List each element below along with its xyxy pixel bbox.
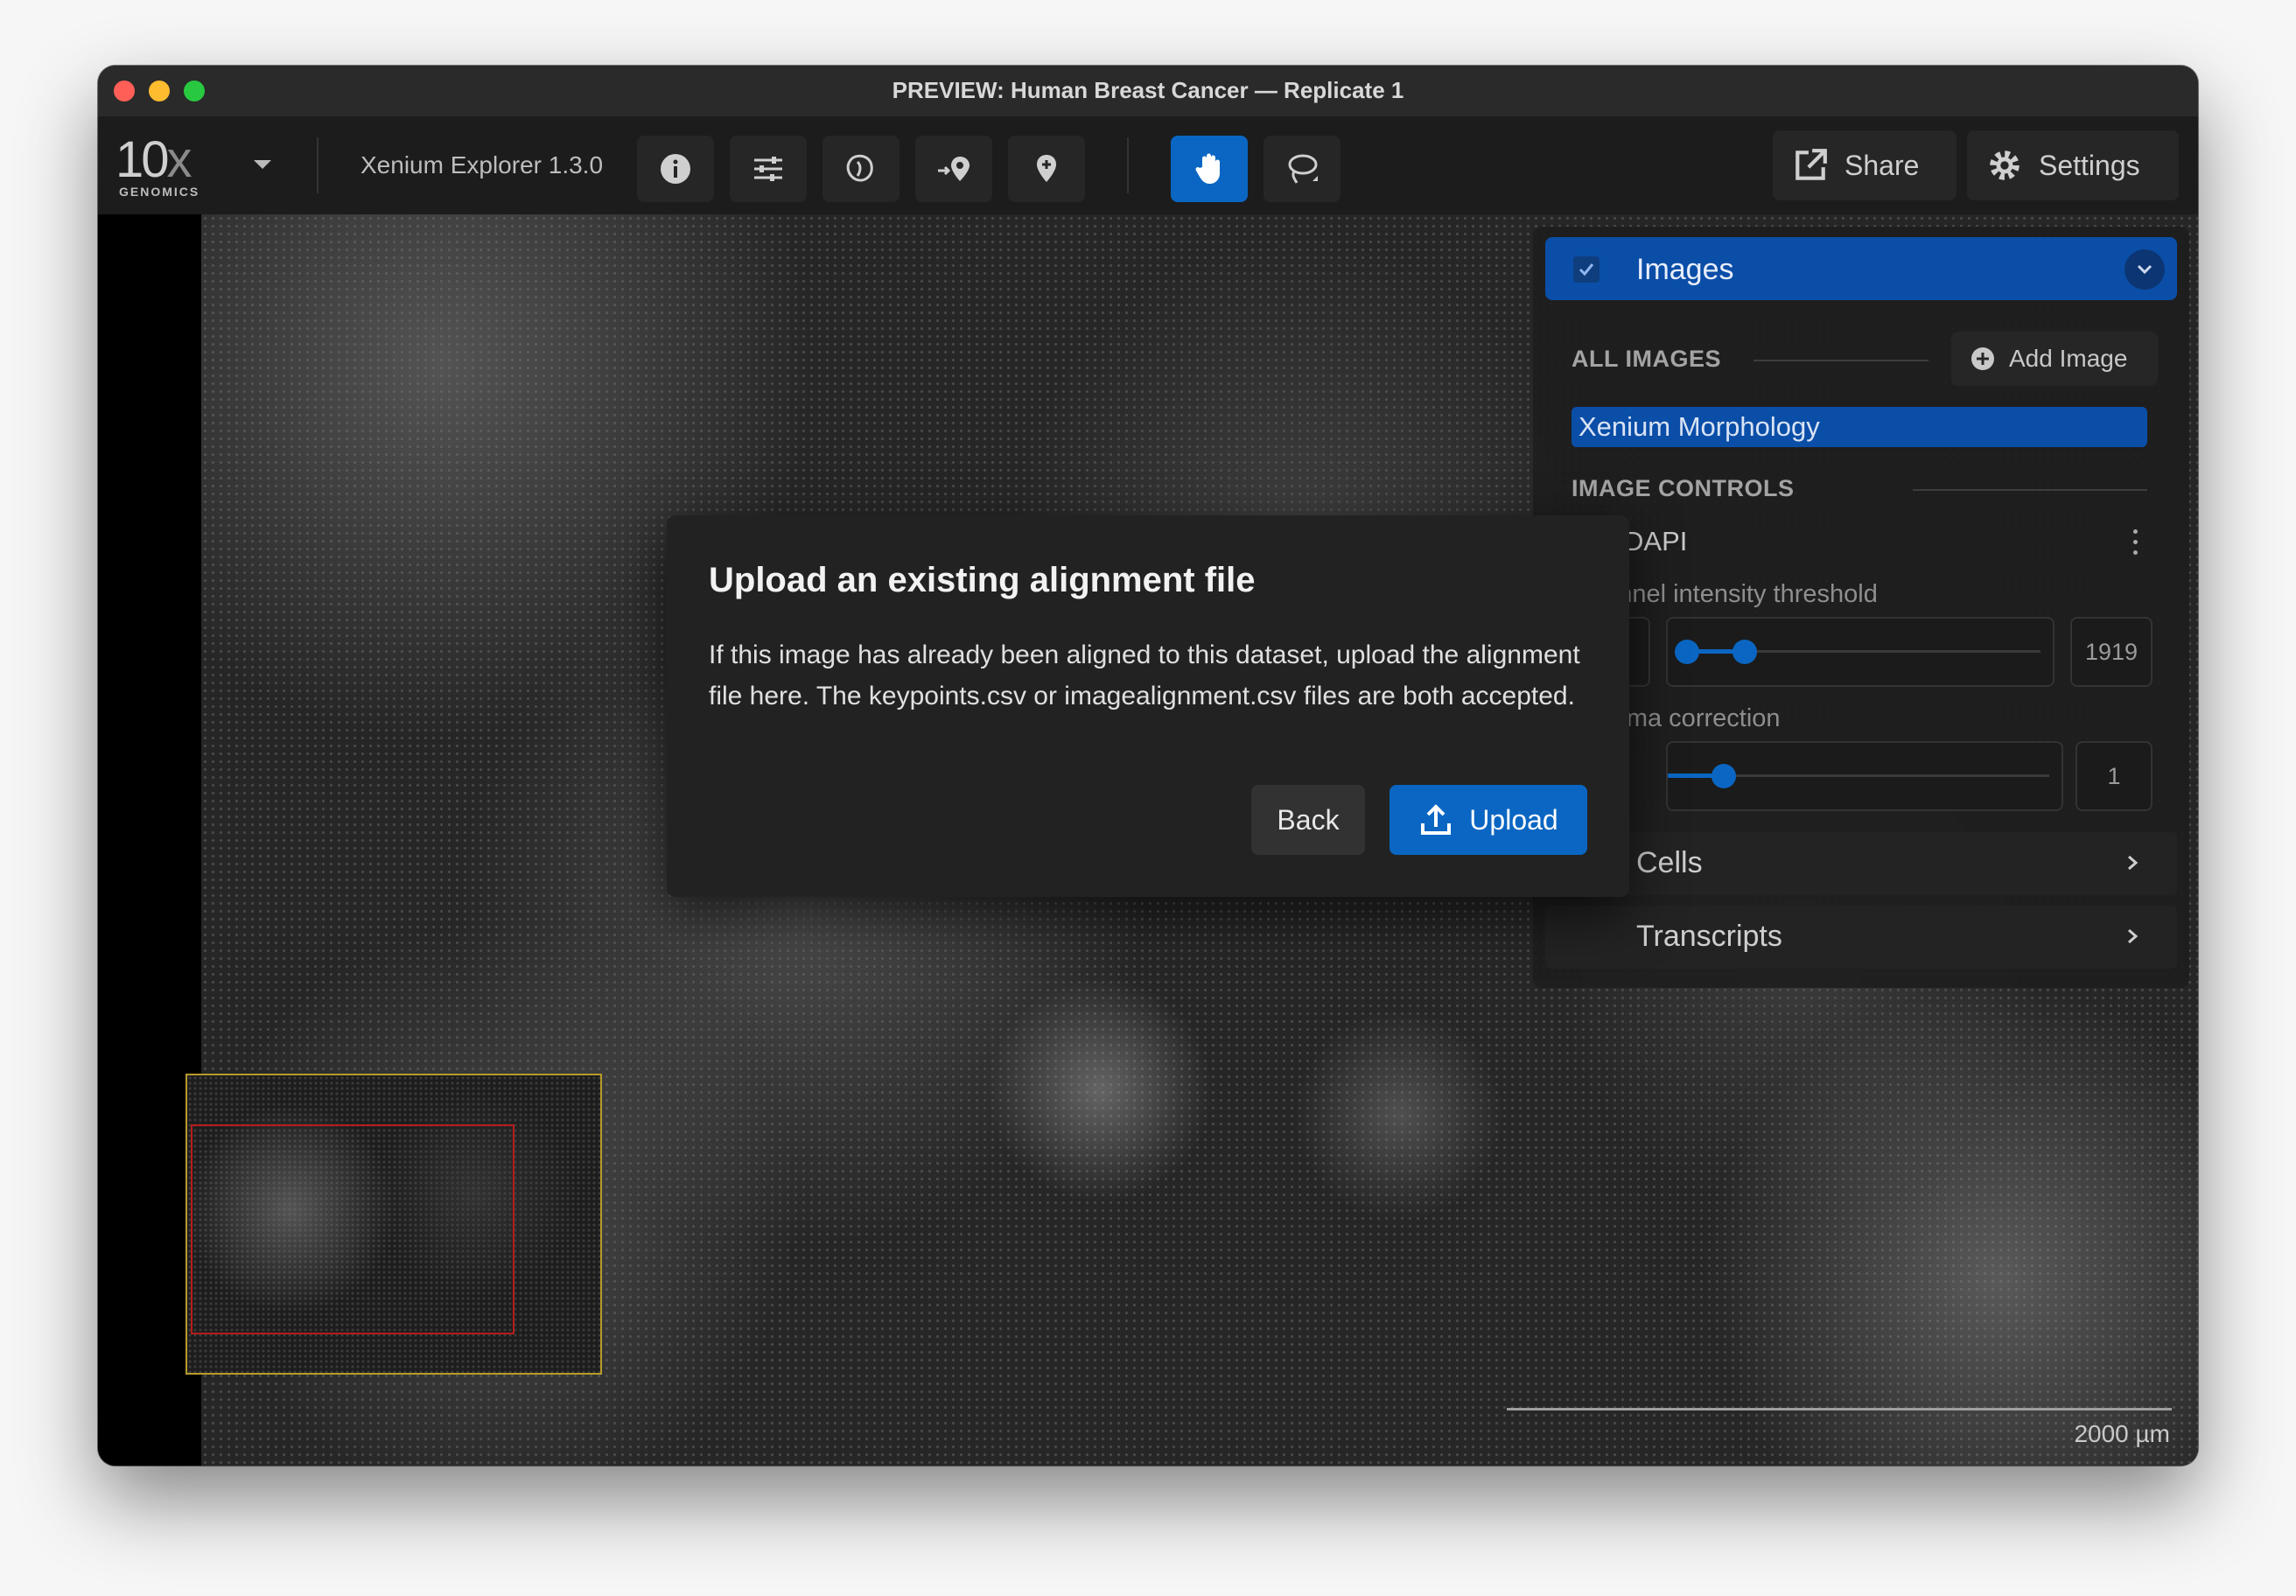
dialog-body: If this image has already been aligned t… [709,640,1580,710]
share-icon [1796,149,1827,180]
image-list-item[interactable]: Xenium Morphology [1572,407,2147,447]
toolbar-divider [317,137,318,193]
info-icon [661,154,690,184]
scale-bar-label: 2000 µm [2074,1420,2170,1447]
toolbar-divider [1127,137,1129,193]
upload-label: Upload [1469,803,1558,836]
title-bar: PREVIEW: Human Breast Cancer — Replicate… [98,66,2198,117]
share-button[interactable]: Share [1773,130,1956,200]
section-divider [1913,489,2147,491]
threshold-slider[interactable] [1666,617,2054,687]
gear-icon [1990,150,2020,180]
threshold-max-input[interactable]: 1919 [2070,617,2152,687]
gamma-knob[interactable] [1712,764,1736,788]
upload-button[interactable]: Upload [1390,785,1587,855]
hand-icon [1195,153,1220,184]
slider-track [1685,774,2049,777]
settings-button[interactable]: Settings [1967,130,2179,200]
channel-name: DAPI [1624,526,1688,556]
images-section-header[interactable]: Images [1545,237,2177,300]
chevron-down-icon [2137,264,2152,275]
scale-bar [1507,1408,2172,1410]
all-images-label: ALL IMAGES [1572,346,1722,372]
plus-circle-icon [1971,347,1994,370]
gamma-input[interactable]: 1 [2076,741,2152,811]
adjustments-button[interactable] [730,136,807,202]
chevron-right-icon [2128,855,2138,871]
logo-main-text: 10 [116,131,169,188]
more-options-icon[interactable] [2133,529,2138,556]
share-label: Share [1844,149,1920,181]
add-image-button[interactable]: Add Image [1951,332,2158,386]
logo-x-text: x [166,131,192,188]
upload-alignment-dialog: Upload an existing alignment file If thi… [667,515,1629,897]
images-panel: Images ALL IMAGES Add Image Xenium Morph… [1533,227,2189,988]
image-controls-label: IMAGE CONTROLS [1572,475,1795,501]
transcripts-section-header[interactable]: Transcripts [1545,906,2177,969]
threshold-min-knob[interactable] [1675,640,1699,664]
images-visibility-checkbox[interactable] [1573,256,1600,283]
app-window: PREVIEW: Human Breast Cancer — Replicate… [98,66,2198,1466]
logo-sub-text: GENOMICS [119,185,200,199]
chevron-down-icon[interactable] [254,160,271,169]
dialog-title: Upload an existing alignment file [709,561,1256,599]
cells-section-title: Cells [1636,846,1703,879]
collapse-images-button[interactable] [2124,249,2165,290]
threshold-max-knob[interactable] [1732,640,1757,664]
gamma-slider[interactable] [1666,741,2063,811]
app-version-label: Xenium Explorer 1.3.0 [360,151,604,178]
lasso-icon [1288,154,1318,184]
section-divider [1754,360,1928,361]
pin-arrow-icon [938,157,970,181]
go-to-location-button[interactable] [915,136,992,202]
toolbar: 10x GENOMICS Xenium Explorer 1.3.0 Share… [98,116,2198,214]
pan-tool-button[interactable] [1171,136,1248,202]
10x-genomics-logo[interactable]: 10x GENOMICS [116,130,212,200]
back-button[interactable]: Back [1251,785,1365,855]
images-section-title: Images [1636,253,1734,286]
cell-icon [846,154,873,182]
check-icon [1578,263,1594,276]
add-pin-button[interactable] [1008,136,1085,202]
cell-segmentation-button[interactable] [822,136,900,202]
lasso-tool-button[interactable] [1264,136,1340,202]
info-button[interactable] [637,136,714,202]
add-image-label: Add Image [2009,345,2128,372]
window-title: PREVIEW: Human Breast Cancer — Replicate… [892,77,1404,103]
settings-label: Settings [2039,149,2140,181]
minimap-viewport[interactable] [191,1124,514,1334]
sliders-icon [754,157,782,181]
transcripts-section-title: Transcripts [1636,920,1782,953]
pin-icon [1037,155,1056,182]
chevron-right-icon [2128,928,2138,944]
minimap[interactable] [186,1074,602,1375]
cells-section-header[interactable]: Cells [1545,832,2177,895]
upload-icon [1421,804,1452,835]
